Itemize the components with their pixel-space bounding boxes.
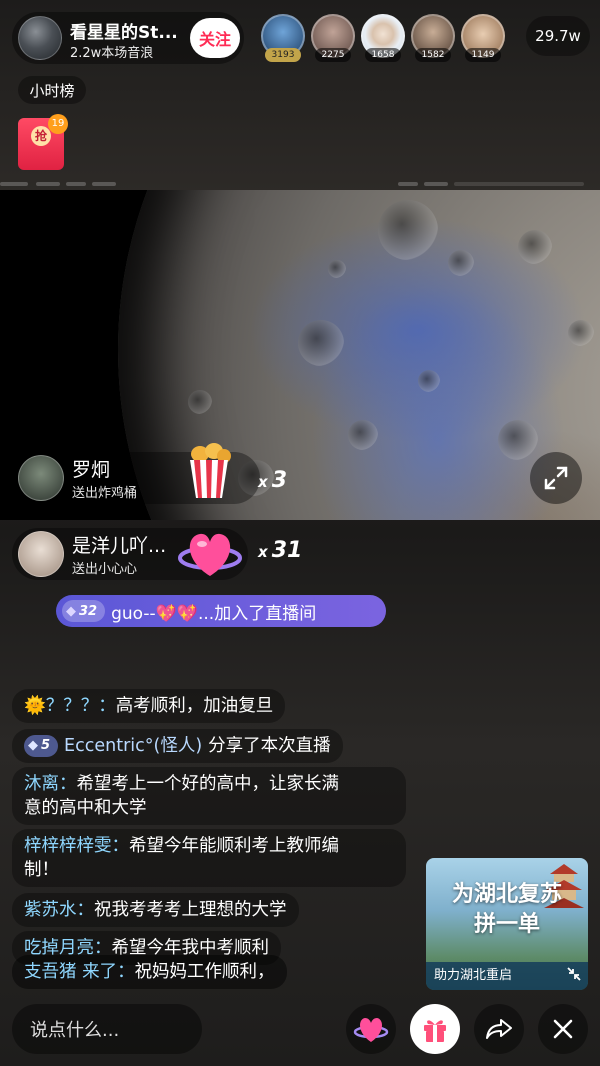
promo-title: 为湖北复苏 拼一单 <box>451 882 562 937</box>
red-packet-label: 抢 <box>31 126 51 146</box>
chat-text: 祝妈妈工作顺利， <box>134 962 275 982</box>
comment-input[interactable]: 说点什么... <box>12 1004 202 1054</box>
level-badge: ◆ 32 <box>62 600 106 622</box>
chat-nick: 梓梓梓梓雯： <box>24 836 129 856</box>
divider <box>0 180 600 188</box>
fullscreen-button[interactable] <box>530 452 582 504</box>
chat-nick: 支吾猪 来了 <box>24 962 118 982</box>
expand-icon <box>544 466 568 490</box>
gift-sender-name: 罗炯 <box>72 459 111 481</box>
anchor-info[interactable]: 看星星的St... 2.2w本场音浪 关注 <box>12 12 244 64</box>
gift-icon <box>424 1020 446 1042</box>
chat-nick: 紫苏水： <box>24 900 94 920</box>
top-bar: 看星星的St... 2.2w本场音浪 关注 3193 2275 1658 158… <box>12 10 590 66</box>
chat-message[interactable]: 紫苏水：祝我考考考上理想的大学 <box>12 893 299 927</box>
gift-combo: x3 <box>258 468 287 493</box>
chat-message[interactable]: 沐离：希望考上一个好的高中，让家长满 意的高中和大学 <box>12 767 406 825</box>
chat-message[interactable]: 支吾猪 来了：祝妈妈工作顺利， <box>12 955 287 989</box>
close-button[interactable] <box>538 1004 588 1054</box>
chat-message[interactable]: 🌞？？？：高考顺利，加油复旦 <box>12 689 286 723</box>
anchor-name: 看星星的St... <box>70 23 178 43</box>
like-button[interactable] <box>346 1004 396 1054</box>
join-text: guo--💖💖...加入了直播间 <box>111 603 317 624</box>
anchor-avatar[interactable] <box>18 16 62 60</box>
gift-action: 送出小心心 <box>72 562 138 577</box>
chat-nick: 沐离： <box>24 774 77 794</box>
chat-nick: 🌞？？？： <box>24 696 116 716</box>
gift-banner: 罗炯 送出炸鸡桶 <box>12 443 260 504</box>
viewer-avatar[interactable]: 1658 <box>361 14 405 62</box>
chat-nick: Eccentric°(怪人) <box>64 736 203 756</box>
viewer-avatar[interactable]: 2275 <box>311 14 355 62</box>
red-packet-count: 19 <box>48 114 68 134</box>
viewer-contribution: 1658 <box>365 48 401 62</box>
promo-card[interactable]: 为湖北复苏 拼一单 助力湖北重启 <box>426 858 588 990</box>
diamond-icon: ◆ <box>66 603 76 619</box>
gift-action: 送出炸鸡桶 <box>72 486 138 501</box>
level-number: 5 <box>41 738 51 753</box>
chat-message[interactable]: ◆ 5 Eccentric°(怪人) 分享了本次直播 <box>12 729 343 763</box>
share-button[interactable] <box>474 1004 524 1054</box>
gift-banner: 是洋儿吖... 送出小心心 <box>12 528 248 580</box>
promo-footer: 助力湖北重启 <box>426 962 588 990</box>
viewer-avatar[interactable]: 3193 <box>261 14 305 62</box>
chat-nick-suffix: ： <box>117 962 135 982</box>
gift-sender-name: 是洋儿吖... <box>72 535 167 557</box>
viewer-avatar[interactable]: 1149 <box>461 14 505 62</box>
level-number: 32 <box>79 603 98 619</box>
chat-text-continued: 制！ <box>24 860 59 880</box>
gift-combo: x 31 <box>258 538 303 563</box>
fried-chicken-bucket-icon <box>190 443 231 498</box>
online-count[interactable]: 29.7w <box>526 16 590 56</box>
live-video[interactable]: 罗炯 送出炸鸡桶 x3 <box>0 190 600 520</box>
close-icon <box>553 1019 573 1039</box>
follow-button[interactable]: 关注 <box>190 18 240 58</box>
heart-planet-icon <box>178 533 242 576</box>
chat-text: 分享了本次直播 <box>208 736 331 756</box>
red-packet-icon[interactable]: 抢 19 <box>18 114 68 170</box>
avatar[interactable] <box>18 455 64 501</box>
chat-message[interactable]: 梓梓梓梓雯：希望今年能顺利考上教师编 制！ <box>12 829 406 887</box>
gift-button[interactable] <box>410 1004 460 1054</box>
chat-text: 高考顺利，加油复旦 <box>115 696 274 716</box>
chat-text: 祝我考考考上理想的大学 <box>94 900 287 920</box>
hourly-rank-tag[interactable]: 小时榜 <box>18 76 86 104</box>
viewer-contribution: 2275 <box>315 48 351 62</box>
avatar[interactable] <box>18 531 64 577</box>
viewer-contribution: 1582 <box>415 48 451 62</box>
chat-text: 希望今年能顺利考上教师编 <box>129 836 339 856</box>
anchor-stats: 2.2w本场音浪 <box>70 46 154 61</box>
chat-text: 希望考上一个好的高中，让家长满 <box>76 774 340 794</box>
chat-text-continued: 意的高中和大学 <box>24 798 147 818</box>
shrink-icon[interactable] <box>566 966 582 986</box>
level-badge: ◆ 5 <box>24 735 59 757</box>
share-arrow-icon <box>486 1019 512 1039</box>
viewer-contribution: 1149 <box>465 48 501 62</box>
viewer-contribution: 3193 <box>265 48 301 62</box>
join-notice: ◆ 32 guo--💖💖...加入了直播间 <box>56 595 386 627</box>
heart-planet-icon <box>353 1018 389 1042</box>
viewer-avatar[interactable]: 1582 <box>411 14 455 62</box>
diamond-icon: ◆ <box>28 738 38 753</box>
